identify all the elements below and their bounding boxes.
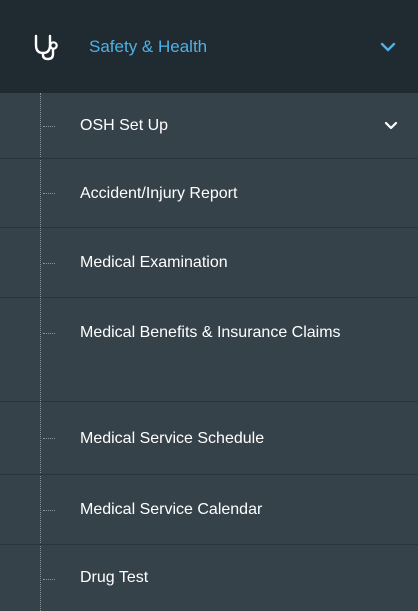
tree-tick — [43, 126, 55, 127]
menu-item-medical-examination[interactable]: Medical Examination — [0, 228, 418, 298]
chevron-down-icon[interactable] — [382, 117, 400, 135]
sidebar-menu: Safety & Health OSH Set Up Accident/Inju… — [0, 0, 418, 611]
tree-tick — [43, 193, 55, 194]
menu-group-safety-health[interactable]: Safety & Health — [0, 0, 418, 93]
menu-item-label: Accident/Injury Report — [80, 185, 238, 202]
menu-item-label: Medical Service Calendar — [80, 501, 263, 518]
tree-tick — [43, 263, 55, 264]
menu-group-label: Safety & Health — [89, 37, 208, 56]
menu-item-label: Medical Service Schedule — [80, 430, 265, 447]
menu-item-label: Drug Test — [80, 569, 149, 586]
menu-item-medical-service-calendar[interactable]: Medical Service Calendar — [0, 475, 418, 545]
tree-tick — [43, 510, 55, 511]
menu-item-medical-benefits-insurance-claims[interactable]: Medical Benefits & Insurance Claims — [0, 298, 418, 402]
tree-tick — [43, 438, 55, 439]
menu-item-accident-injury-report[interactable]: Accident/Injury Report — [0, 159, 418, 228]
menu-item-label: Medical Examination — [80, 254, 228, 271]
submenu-list: OSH Set Up Accident/Injury Report Medica… — [0, 93, 418, 611]
tree-tick — [43, 579, 55, 580]
menu-item-drug-test[interactable]: Drug Test — [0, 545, 418, 611]
menu-item-label: Medical Benefits & Insurance Claims — [80, 324, 341, 341]
menu-item-label: OSH Set Up — [80, 117, 169, 134]
stethoscope-icon — [31, 33, 61, 61]
chevron-down-icon[interactable] — [378, 37, 398, 57]
menu-item-medical-service-schedule[interactable]: Medical Service Schedule — [0, 402, 418, 475]
menu-item-osh-set-up[interactable]: OSH Set Up — [0, 93, 418, 159]
tree-tick — [43, 333, 55, 334]
